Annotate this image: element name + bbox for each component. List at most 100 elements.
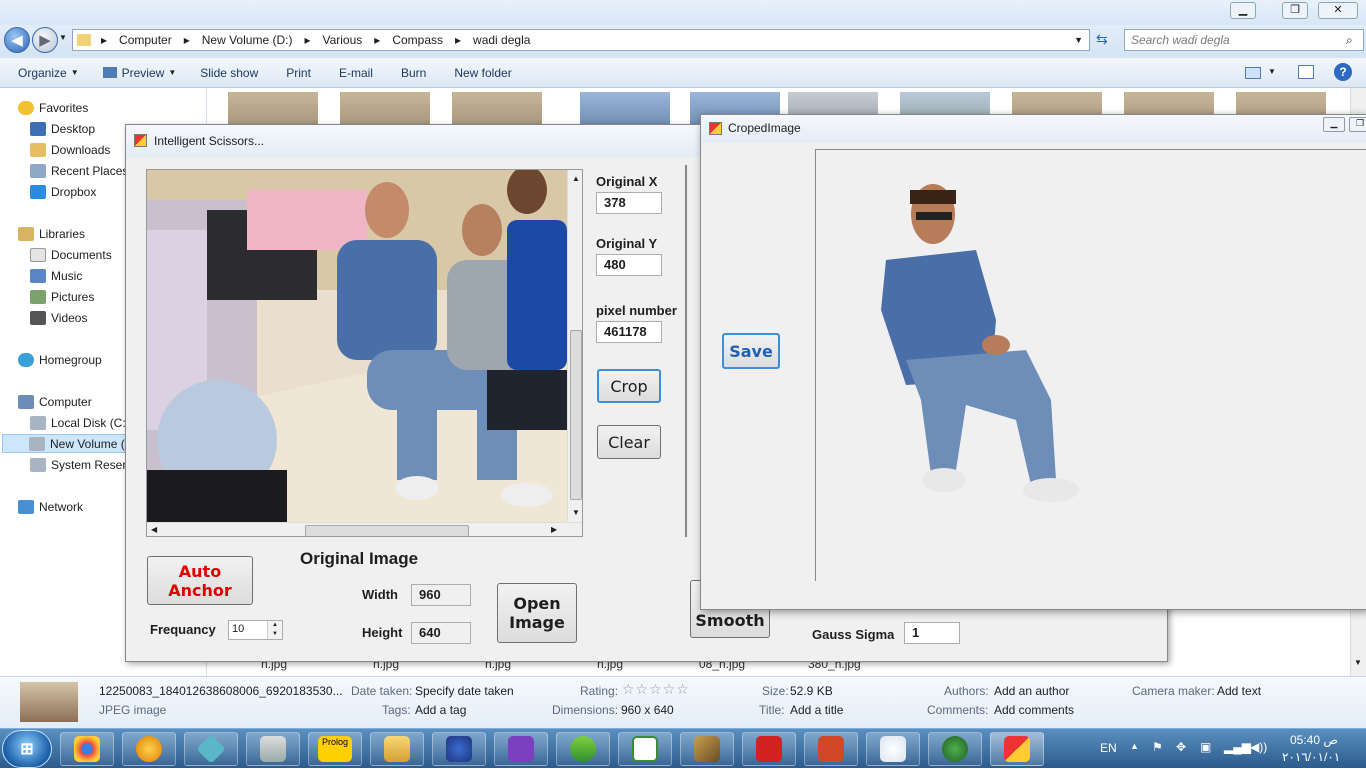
- taskbar-visual-studio[interactable]: [494, 732, 548, 766]
- close-icon[interactable]: ✕: [1318, 2, 1358, 19]
- clock-time[interactable]: 05:40 ص: [1290, 733, 1338, 747]
- pixel-number-field[interactable]: 461178: [596, 321, 662, 343]
- image-vertical-scrollbar[interactable]: ▲ ▼: [567, 170, 582, 522]
- homegroup-item[interactable]: Homegroup: [18, 350, 102, 369]
- dropbox-tray-icon[interactable]: ✥: [1176, 740, 1186, 754]
- original-y-field[interactable]: 480: [596, 254, 662, 276]
- taskbar-app[interactable]: [618, 732, 672, 766]
- preview-icon: [102, 67, 117, 78]
- nav-item-system-reserved[interactable]: System Reserv: [30, 455, 132, 474]
- nav-item-recent-places[interactable]: Recent Places: [30, 161, 128, 180]
- language-indicator[interactable]: EN: [1100, 741, 1117, 755]
- rating-stars[interactable]: ☆☆☆☆☆: [622, 682, 690, 698]
- scroll-left-icon[interactable]: ◀: [151, 525, 157, 534]
- camera-maker-value[interactable]: Add text: [1217, 684, 1261, 698]
- taskbar-paint[interactable]: [866, 732, 920, 766]
- back-icon[interactable]: ◀: [4, 27, 30, 53]
- original-image-viewer[interactable]: ▲ ▼ ◀ ▶: [146, 169, 583, 537]
- app-icon: [570, 736, 596, 762]
- taskbar-explorer[interactable]: [370, 732, 424, 766]
- breadcrumb-item[interactable]: New Volume (D:): [196, 33, 299, 47]
- title-value[interactable]: Add a title: [790, 703, 843, 717]
- scroll-thumb[interactable]: [305, 525, 469, 536]
- original-x-label: Original X: [596, 174, 658, 189]
- nav-item-dropbox[interactable]: Dropbox: [30, 182, 96, 201]
- nav-item-music[interactable]: Music: [30, 266, 82, 285]
- image-horizontal-scrollbar[interactable]: ◀ ▶: [147, 522, 582, 536]
- preview-pane-icon[interactable]: [1298, 65, 1314, 79]
- minimize-icon[interactable]: ▁: [1323, 117, 1345, 132]
- chevron-down-icon[interactable]: ▼: [1268, 67, 1276, 76]
- tags-value[interactable]: Add a tag: [415, 703, 466, 717]
- frequancy-spinner-icon[interactable]: ▲ ▼: [267, 621, 282, 639]
- help-icon[interactable]: ?: [1334, 63, 1352, 81]
- taskbar-app[interactable]: [432, 732, 486, 766]
- start-button[interactable]: ⊞: [2, 730, 52, 768]
- flag-icon[interactable]: ⚑: [1152, 740, 1163, 754]
- taskbar-app[interactable]: [928, 732, 982, 766]
- signal-icon[interactable]: ▂▄▆: [1224, 740, 1251, 754]
- address-bar[interactable]: ▸ Computer ▸ New Volume (D:) ▸ Various ▸…: [72, 29, 1090, 51]
- favorites-header[interactable]: Favorites: [18, 98, 88, 117]
- breadcrumb-sep-icon: ▸: [374, 33, 381, 47]
- maximize-icon[interactable]: ❐: [1282, 2, 1308, 19]
- nav-item-local-disk[interactable]: Local Disk (C:): [30, 413, 130, 432]
- taskbar-app[interactable]: [680, 732, 734, 766]
- breadcrumb-item[interactable]: Compass: [386, 33, 449, 47]
- breadcrumb-item[interactable]: wadi degla: [467, 33, 536, 47]
- clear-button[interactable]: Clear: [597, 425, 661, 459]
- save-button[interactable]: Save: [722, 333, 780, 369]
- taskbar-app[interactable]: [246, 732, 300, 766]
- scroll-down-icon[interactable]: ▼: [572, 508, 580, 517]
- computer-header[interactable]: Computer: [18, 392, 92, 411]
- search-input[interactable]: Search wadi degla: [1124, 29, 1364, 51]
- libraries-header[interactable]: Libraries: [18, 224, 85, 243]
- new-folder-button[interactable]: New folder: [440, 66, 525, 80]
- date-taken-value[interactable]: Specify date taken: [415, 684, 514, 698]
- authors-value[interactable]: Add an author: [994, 684, 1069, 698]
- clock-date[interactable]: ٢٠١٦/٠١/٠١: [1282, 750, 1340, 764]
- open-image-button[interactable]: Open Image: [497, 583, 577, 643]
- nav-item-downloads[interactable]: Downloads: [30, 140, 110, 159]
- taskbar-app[interactable]: [184, 732, 238, 766]
- taskbar-powerpoint[interactable]: [804, 732, 858, 766]
- nav-item-documents[interactable]: Documents: [30, 245, 112, 264]
- nav-item-desktop[interactable]: Desktop: [30, 119, 95, 138]
- organize-menu[interactable]: Organize: [0, 66, 79, 80]
- volume-icon[interactable]: ◀)): [1250, 740, 1267, 754]
- network-item[interactable]: Network: [18, 497, 83, 516]
- scroll-up-icon[interactable]: ▲: [572, 174, 580, 183]
- print-button[interactable]: Print: [272, 66, 325, 80]
- taskbar-chrome[interactable]: [60, 732, 114, 766]
- scroll-right-icon[interactable]: ▶: [551, 525, 557, 534]
- crop-button[interactable]: Crop: [597, 369, 661, 403]
- refresh-icon[interactable]: ⇆: [1096, 31, 1108, 48]
- maximize-icon[interactable]: ❐: [1349, 117, 1366, 132]
- show-hidden-icons-icon[interactable]: ▲: [1130, 741, 1139, 751]
- view-options-icon[interactable]: [1245, 67, 1261, 79]
- original-x-field[interactable]: 378: [596, 192, 662, 214]
- recent-pages-icon[interactable]: ▼: [59, 33, 67, 42]
- email-button[interactable]: E-mail: [325, 66, 387, 80]
- taskbar-app[interactable]: [556, 732, 610, 766]
- scroll-thumb[interactable]: [570, 330, 582, 500]
- taskbar-app[interactable]: [122, 732, 176, 766]
- chevron-down-icon[interactable]: ▼: [1068, 35, 1089, 45]
- comments-value[interactable]: Add comments: [994, 703, 1074, 717]
- nav-item-pictures[interactable]: Pictures: [30, 287, 94, 306]
- forward-icon[interactable]: ▶: [32, 27, 58, 53]
- breadcrumb-item[interactable]: Various: [316, 33, 368, 47]
- slideshow-button[interactable]: Slide show: [186, 66, 272, 80]
- taskbar-prolog[interactable]: Prolog: [308, 732, 362, 766]
- minimize-icon[interactable]: ▁: [1230, 2, 1256, 19]
- device-icon[interactable]: ▣: [1200, 740, 1211, 754]
- search-icon[interactable]: ⌕: [1346, 33, 1353, 48]
- auto-anchor-button[interactable]: Auto Anchor: [147, 556, 253, 605]
- taskbar-scissors-app[interactable]: [990, 732, 1044, 766]
- burn-button[interactable]: Burn: [387, 66, 440, 80]
- nav-item-videos[interactable]: Videos: [30, 308, 87, 327]
- scroll-down-icon[interactable]: ▼: [1354, 658, 1362, 667]
- breadcrumb-item[interactable]: Computer: [113, 33, 178, 47]
- gauss-sigma-field[interactable]: 1: [904, 622, 960, 644]
- taskbar-acrobat[interactable]: [742, 732, 796, 766]
